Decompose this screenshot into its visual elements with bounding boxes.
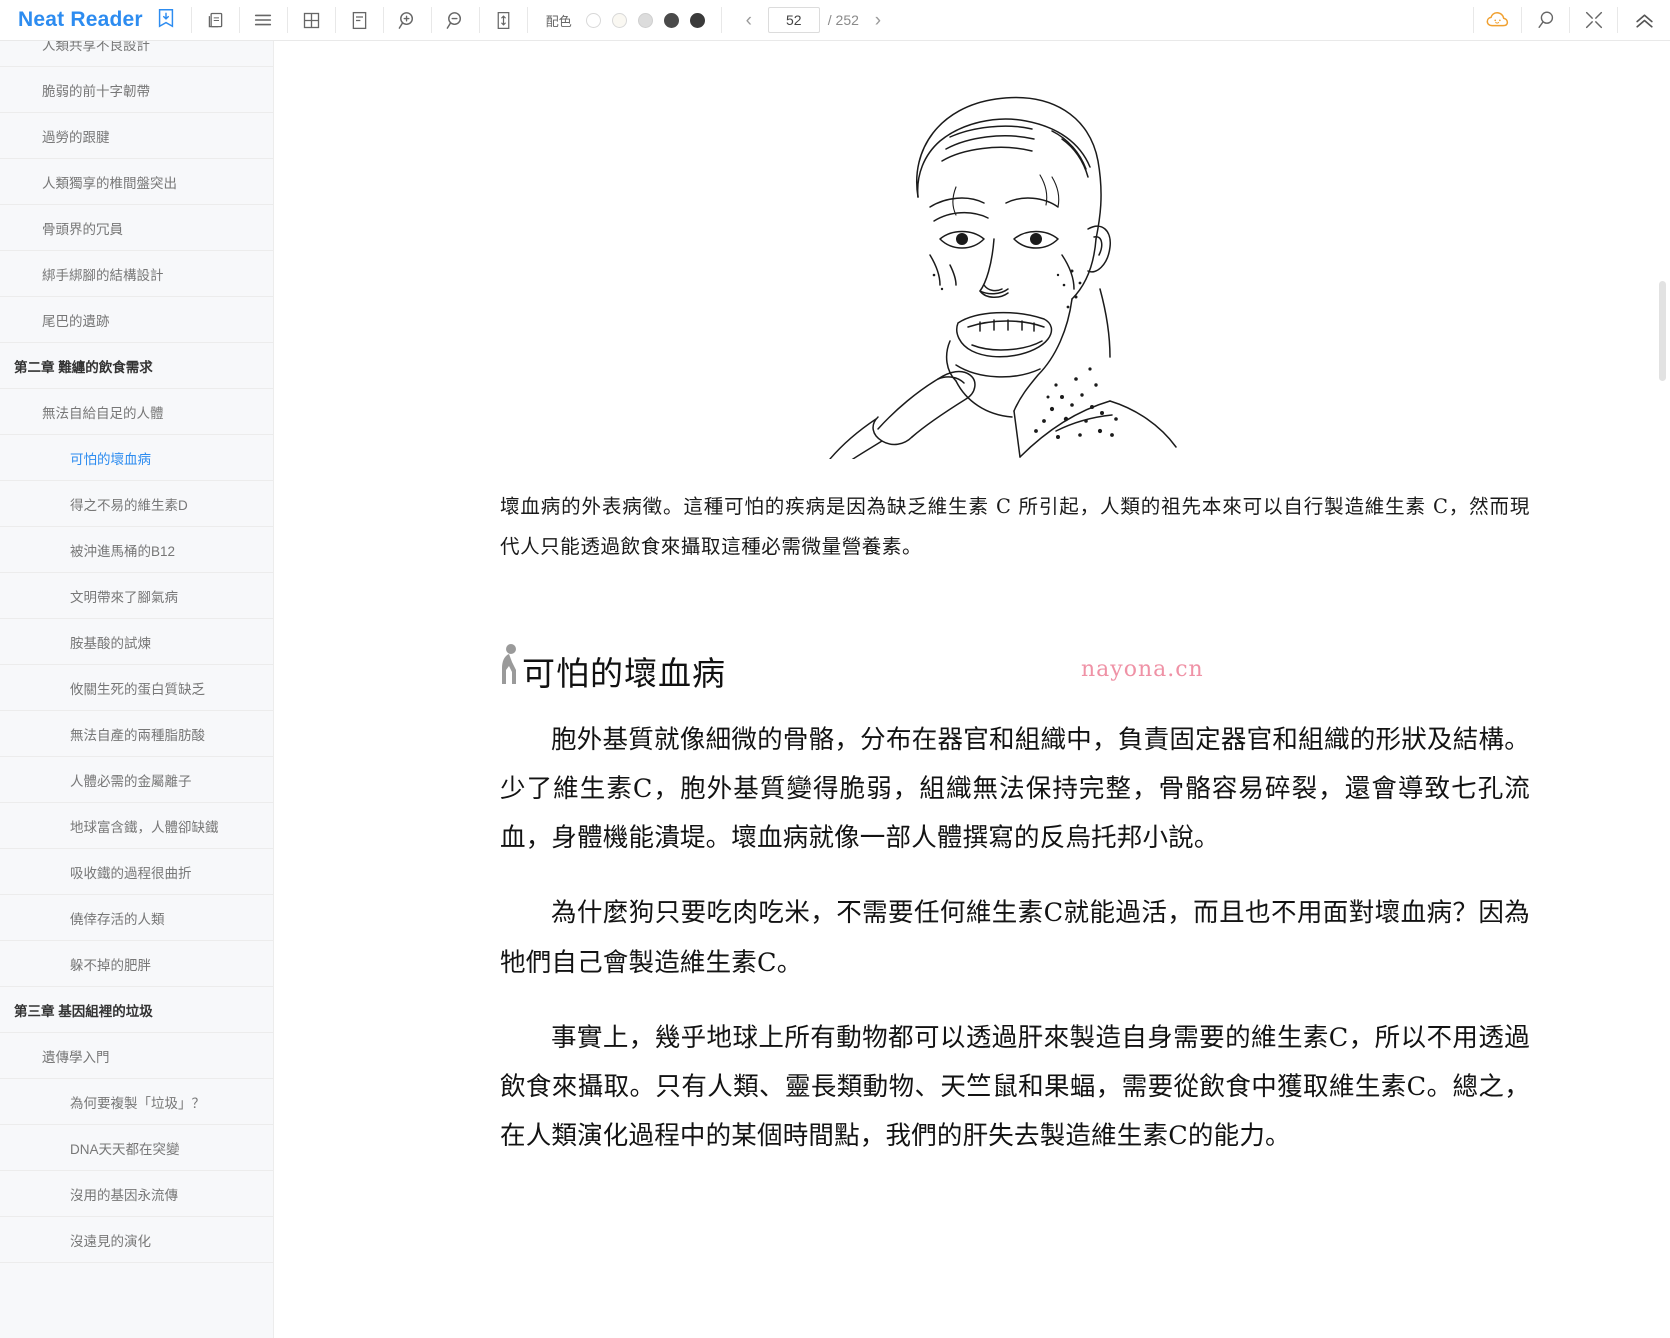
- sidebar-item[interactable]: 吸收鐵的過程很曲折: [0, 849, 273, 895]
- sidebar-item-label: 僥倖存活的人類: [70, 911, 165, 927]
- illustration-caption: 壞血病的外表病徵。這種可怕的疾病是因為缺乏維生素 C 所引起，人類的祖先本來可以…: [500, 495, 1530, 559]
- sidebar-item-label: 可怕的壞血病: [70, 451, 151, 467]
- sidebar-item-label: DNA天天都在突變: [70, 1141, 180, 1157]
- sidebar-item-label: 無法自產的兩種脂肪酸: [70, 727, 205, 743]
- sidebar-item-label: 躲不掉的肥胖: [70, 957, 151, 973]
- sidebar-item-label: 人類共享不良設計: [42, 41, 150, 53]
- save-book-icon[interactable]: [155, 7, 177, 34]
- color-scheme-label: 配色: [545, 13, 572, 29]
- sidebar-item-label: 胺基酸的試煉: [70, 635, 151, 651]
- sidebar-item[interactable]: 人類獨享的椎間盤突出: [0, 159, 273, 205]
- sidebar-item[interactable]: 綁手綁腳的結構設計: [0, 251, 273, 297]
- next-page-button[interactable]: ›: [867, 5, 889, 35]
- scheme-swatch-cream[interactable]: [611, 12, 627, 28]
- sidebar-item[interactable]: 文明帶來了腳氣病: [0, 573, 273, 619]
- page-number-input[interactable]: [767, 7, 820, 33]
- sidebar-item-label: 為何要複製「垃圾」？: [70, 1095, 205, 1111]
- sidebar-item[interactable]: 過勞的跟腱: [0, 113, 273, 159]
- sidebar-gutter: [274, 41, 360, 1338]
- sidebar-item-label: 尾巴的遺跡: [42, 313, 110, 329]
- reader-scrollbar[interactable]: [1659, 41, 1668, 1338]
- sidebar-item[interactable]: 可怕的壞血病: [0, 435, 273, 481]
- sidebar-item-label: 無法自給自足的人體: [42, 405, 164, 421]
- sidebar-item[interactable]: 骨頭界的冗員: [0, 205, 273, 251]
- sidebar-item[interactable]: 僥倖存活的人類: [0, 895, 273, 941]
- prev-page-button[interactable]: ‹: [738, 5, 760, 35]
- app-title: Neat Reader: [18, 8, 143, 31]
- top-toolbar: Neat Reader 配色 ‹ 52 / 252 ›: [0, 0, 1670, 41]
- sidebar-item-label: 過勞的跟腱: [42, 129, 110, 145]
- sidebar-item-label: 吸收鐵的過程很曲折: [70, 865, 192, 881]
- sidebar-item[interactable]: 被沖進馬桶的B12: [0, 527, 273, 573]
- scheme-swatch-black[interactable]: [689, 12, 705, 28]
- brand-group: Neat Reader: [0, 7, 191, 34]
- scheme-swatch-dark[interactable]: [663, 12, 679, 28]
- sidebar-item[interactable]: 沒遠見的演化: [0, 1217, 273, 1263]
- search-icon[interactable]: [1522, 0, 1569, 41]
- sidebar-item[interactable]: 無法自給自足的人體: [0, 389, 273, 435]
- sidebar-item-label: 第三章 基因組裡的垃圾: [14, 1003, 153, 1019]
- section-heading-text: 可怕的壞血病: [522, 653, 726, 693]
- reader-scrollbar-thumb[interactable]: [1659, 281, 1666, 381]
- grid-layout-icon[interactable]: [288, 0, 335, 41]
- sidebar-item[interactable]: 沒用的基因永流傳: [0, 1171, 273, 1217]
- sidebar-item[interactable]: 人體必需的金屬離子: [0, 757, 273, 803]
- sidebar-item-label: 第二章 難纏的飲食需求: [14, 359, 153, 375]
- scurvy-patient-illustration: [829, 96, 1177, 459]
- walking-person-icon: [498, 642, 520, 686]
- sidebar-item-label: 攸關生死的蛋白質缺乏: [70, 681, 205, 697]
- sidebar-item[interactable]: DNA天天都在突變: [0, 1125, 273, 1171]
- page-navigator: ‹ / 252 ›: [722, 0, 905, 41]
- sidebar-item-label: 被沖進馬桶的B12: [70, 543, 176, 559]
- section-heading: 可怕的壞血病: [498, 642, 1670, 690]
- illustration-container: [360, 41, 1670, 461]
- sidebar-item-label: 人體必需的金屬離子: [70, 773, 192, 789]
- scheme-swatch-white[interactable]: [585, 12, 601, 28]
- zoom-out-icon[interactable]: [432, 0, 479, 41]
- book-page: 壞血病的外表病徵。這種可怕的疾病是因為缺乏維生素 C 所引起，人類的祖先本來可以…: [360, 41, 1670, 1161]
- sidebar-item[interactable]: 胺基酸的試煉: [0, 619, 273, 665]
- fit-height-icon[interactable]: [480, 0, 527, 41]
- toc-sidebar[interactable]: 人類共享不良設計脆弱的前十字韌帶 過勞的跟腱人類獨享的椎間盤突出 骨頭界的冗員綁手綁…: [0, 41, 274, 1338]
- sidebar-item[interactable]: 尾巴的遺跡: [0, 297, 273, 343]
- page-total-label: / 252: [827, 12, 859, 28]
- sidebar-item-label: 人類獨享的椎間盤突出: [42, 175, 177, 191]
- sidebar-item[interactable]: 躲不掉的肥胖: [0, 941, 273, 987]
- sidebar-item[interactable]: 無法自產的兩種脂肪酸: [0, 711, 273, 757]
- zoom-in-icon[interactable]: [384, 0, 431, 41]
- sidebar-item[interactable]: 遺傳學入門: [0, 1033, 273, 1079]
- toc-list-icon[interactable]: [240, 0, 287, 41]
- note-panel-icon[interactable]: [336, 0, 383, 41]
- sidebar-item-label: 沒用的基因永流傳: [70, 1187, 178, 1203]
- toc-list: 人類共享不良設計脆弱的前十字韌帶 過勞的跟腱人類獨享的椎間盤突出 骨頭界的冗員綁手綁…: [0, 41, 273, 1263]
- collapse-icon[interactable]: [1570, 0, 1617, 41]
- color-scheme-group: 配色: [528, 0, 721, 41]
- sidebar-item[interactable]: 人類共享不良設計: [0, 41, 273, 67]
- sidebar-item-label: 地球富含鐵，人體卻缺鐵: [70, 819, 219, 835]
- sidebar-item[interactable]: 脆弱的前十字韌帶: [0, 67, 273, 113]
- chevron-up-double-icon[interactable]: [1618, 0, 1670, 41]
- cloud-sync-icon[interactable]: [1474, 0, 1521, 41]
- sidebar-item[interactable]: 第二章 難纏的飲食需求: [0, 343, 273, 389]
- sidebar-item[interactable]: 攸關生死的蛋白質缺乏: [0, 665, 273, 711]
- sidebar-item-label: 得之不易的維生素D: [70, 497, 188, 513]
- sidebar-item-label: 文明帶來了腳氣病: [70, 589, 178, 605]
- reader-pane[interactable]: 壞血病的外表病徵。這種可怕的疾病是因為缺乏維生素 C 所引起，人類的祖先本來可以…: [360, 41, 1670, 1338]
- paragraph: 胞外基質就像細微的骨骼，分布在器官和組織中，負責固定器官和組織的形狀及結構。少了…: [500, 724, 1530, 854]
- paragraph: 事實上，幾乎地球上所有動物都可以透過肝來製造自身需要的維生素C，所以不用透過飲食…: [500, 1022, 1530, 1152]
- paragraph: 為什麼狗只要吃肉吃米，不需要任何維生素C就能過活，而且也不用面對壞血病？因為牠們…: [500, 898, 1530, 978]
- sidebar-item[interactable]: 得之不易的維生素D: [0, 481, 273, 527]
- sidebar-item-label: 遺傳學入門: [42, 1049, 110, 1065]
- sidebar-item-label: 沒遠見的演化: [70, 1233, 151, 1249]
- sidebar-item-label: 脆弱的前十字韌帶: [42, 83, 150, 99]
- sidebar-item-label: 骨頭界的冗員: [42, 221, 123, 237]
- scheme-swatch-grey[interactable]: [637, 12, 653, 28]
- copy-page-icon[interactable]: [192, 0, 239, 41]
- sidebar-item-label: 綁手綁腳的結構設計: [42, 267, 164, 283]
- sidebar-item[interactable]: 地球富含鐵，人體卻缺鐵: [0, 803, 273, 849]
- sidebar-item[interactable]: 為何要複製「垃圾」？: [0, 1079, 273, 1125]
- sidebar-item[interactable]: 第三章 基因組裡的垃圾: [0, 987, 273, 1033]
